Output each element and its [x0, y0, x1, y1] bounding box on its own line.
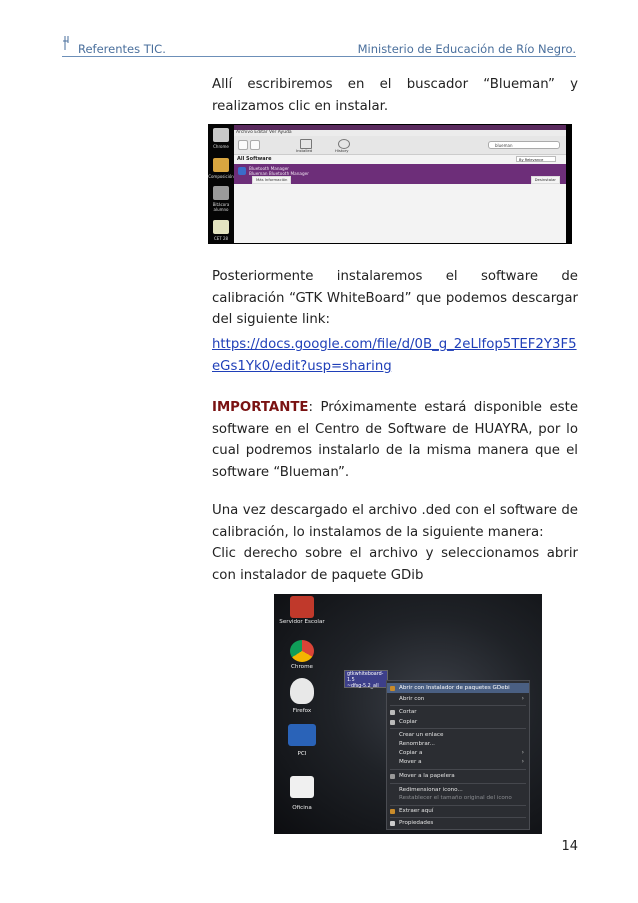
install-button[interactable]: Desinstalar: [530, 176, 560, 184]
desktop-icon-label: Chrome: [213, 144, 229, 149]
important-label: IMPORTANTE: [212, 400, 309, 415]
menu-item-label: Mover a la papelera: [399, 773, 455, 779]
desktop-icon-label: Firefox: [292, 708, 312, 714]
properties-icon: [390, 821, 395, 826]
menu-separator: [390, 769, 526, 770]
header-left-text: Referentes TIC.: [78, 42, 166, 56]
conectar-igualdad-icon: [288, 724, 316, 746]
submenu-arrow-icon: ›: [521, 695, 524, 702]
window-toolbar: Installed History blueman: [234, 136, 566, 155]
menu-item-label: Extraer aquí: [399, 808, 434, 814]
archive-icon: [390, 809, 395, 814]
copy-icon: [390, 720, 395, 725]
desktop-icon-label: PCI: [297, 751, 307, 757]
installed-label: Installed: [296, 148, 313, 153]
header-right-text: Ministerio de Educación de Río Negro.: [357, 42, 576, 56]
paragraph-blueman-search: Allí escribiremos en el buscador “Bluema…: [212, 77, 578, 114]
desktop-context-menu-screenshot: Servidor Escolar Chrome Firefox PCI Ofic…: [274, 594, 542, 834]
bluetooth-icon: [238, 167, 246, 175]
menu-item-cut[interactable]: Cortar: [387, 707, 529, 717]
menu-separator: [390, 705, 526, 706]
desktop-sidebar: Chrome Composición Bitácora alumno CET 2…: [208, 124, 234, 244]
context-menu: Abrir con Instalador de paquetes GDebi A…: [386, 680, 530, 830]
software-center-window: Archivo Editar Ver Ayuda Installed Histo…: [234, 125, 566, 243]
office-icon: [290, 776, 314, 798]
desktop-icon-label: Oficina: [292, 805, 312, 811]
more-info-button[interactable]: Más Información: [252, 176, 292, 184]
menu-item-open-with[interactable]: Abrir con ›: [387, 694, 529, 704]
download-link-block: https://docs.google.com/file/d/0B_g_2eLl…: [212, 334, 578, 377]
software-center-screenshot: Chrome Composición Bitácora alumno CET 2…: [208, 124, 572, 244]
document-icon: [213, 158, 229, 172]
desktop-icon-label: CET 28: [213, 236, 229, 241]
desktop-icon-label: Servidor Escolar: [279, 619, 325, 625]
chrome-icon: [290, 640, 314, 662]
menu-item-label: Restablecer el tamaño original del icono: [399, 795, 512, 801]
all-software-label: All Software: [237, 156, 272, 162]
menu-item-extract-here[interactable]: Extraer aquí: [387, 806, 529, 816]
menu-item-open-gdebi[interactable]: Abrir con Instalador de paquetes GDebi: [387, 683, 529, 693]
sort-dropdown[interactable]: By Relevance: [516, 156, 556, 162]
desktop-icon-label: Composición: [208, 174, 234, 179]
app-text: Bluetooth Manager Blueman Bluetooth Mana…: [249, 166, 309, 176]
menu-item-label: Abrir con Instalador de paquetes GDebi: [399, 685, 510, 691]
trash-icon: [390, 774, 395, 779]
school-shield-icon: [213, 220, 229, 234]
paragraph-install-intro: Una vez descargado el archivo .ded con e…: [212, 503, 578, 540]
paragraph-right-click: Clic derecho sobre el archivo y seleccio…: [212, 546, 578, 583]
menu-item-restore-icon-size: Restablecer el tamaño original del icono: [387, 793, 529, 803]
folder-icon: [213, 186, 229, 200]
selected-file-label[interactable]: gtkwhiteboard-1.5 ~dfsg-5.2_all: [344, 670, 388, 689]
menu-separator: [390, 783, 526, 784]
menu-item-copy[interactable]: Copiar: [387, 717, 529, 727]
file-name-line1: gtkwhiteboard-1.5: [347, 672, 384, 683]
app-row-selected[interactable]: Bluetooth Manager Blueman Bluetooth Mana…: [234, 164, 566, 184]
menu-item-properties[interactable]: Propiedades: [387, 818, 529, 828]
package-icon: [390, 686, 395, 691]
search-input[interactable]: blueman: [488, 141, 560, 149]
server-icon: [290, 596, 314, 618]
file-name-line2: ~dfsg-5.2_all: [347, 684, 379, 689]
desktop-icon-label: Chrome: [291, 664, 313, 670]
download-link[interactable]: https://docs.google.com/file/d/0B_g_2eLl…: [212, 337, 577, 374]
history-label: History: [335, 148, 349, 153]
tux-icon: [290, 678, 314, 704]
submenu-arrow-icon: ›: [521, 758, 524, 765]
back-button[interactable]: [238, 140, 248, 150]
menu-separator: [390, 728, 526, 729]
paragraph-gtk-whiteboard: Posteriormente instalaremos el software …: [212, 269, 578, 327]
menu-item-label: Copiar: [399, 719, 418, 725]
menu-item-label: Cortar: [399, 709, 417, 715]
forward-button[interactable]: [250, 140, 260, 150]
menu-item-move-to[interactable]: Mover a ›: [387, 757, 529, 767]
menu-item-label: Propiedades: [399, 820, 434, 826]
menu-item-label: Copiar a: [399, 750, 423, 756]
section-title: All Software By Relevance: [234, 155, 566, 164]
menu-item-label: Crear un enlace: [399, 732, 444, 738]
menu-item-label: Abrir con: [399, 696, 425, 702]
chrome-icon: [213, 128, 229, 142]
menu-item-label: Renombrar...: [399, 741, 435, 747]
page-header: Referentes TIC. Ministerio de Educación …: [62, 34, 576, 57]
important-notice: IMPORTANTE: Próximamente estará disponib…: [212, 397, 578, 483]
menu-item-label: Mover a: [399, 759, 422, 765]
desktop-icon-label: Bitácora alumno: [212, 202, 230, 212]
header-mark-icon: [63, 36, 69, 50]
menu-item-trash[interactable]: Mover a la papelera: [387, 771, 529, 781]
page-number: 14: [561, 839, 578, 854]
scissors-icon: [390, 710, 395, 715]
